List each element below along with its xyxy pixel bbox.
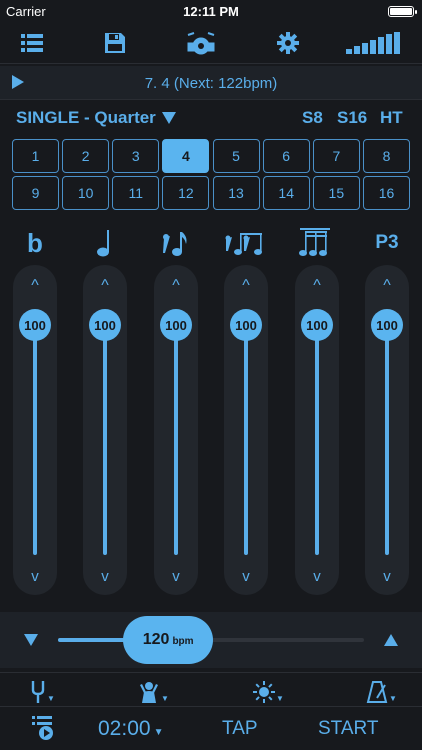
- beat-button[interactable]: 6: [262, 139, 310, 173]
- volume-bars-icon[interactable]: [346, 30, 402, 56]
- tempo-unit: bpm: [172, 636, 194, 647]
- volume-slider-5[interactable]: ^ 100 v: [295, 265, 339, 595]
- slider-knob[interactable]: 100: [371, 309, 403, 341]
- sixteenth-notes-icon[interactable]: [290, 228, 340, 258]
- mode-s8-button[interactable]: S8: [302, 108, 323, 128]
- beat-button[interactable]: 13: [212, 176, 260, 210]
- pattern-select[interactable]: SINGLE - Quarter: [16, 108, 176, 128]
- tap-button[interactable]: TAP: [222, 718, 258, 740]
- beat-button[interactable]: 16: [362, 176, 410, 210]
- list-icon[interactable]: [20, 30, 44, 56]
- slider-up-icon[interactable]: ^: [224, 277, 268, 295]
- beat-grid: 1 2 3 4 5 6 7 8 9 10 11 12 13 14 15 16: [12, 139, 410, 213]
- beat-button[interactable]: 15: [312, 176, 360, 210]
- mode-row: SINGLE - Quarter S8 S16 HT: [0, 104, 422, 134]
- volume-slider-6[interactable]: ^ 100 v: [365, 265, 409, 595]
- beat-button[interactable]: 12: [162, 176, 210, 210]
- pattern-select-value: SINGLE - Quarter: [16, 108, 156, 127]
- save-icon[interactable]: [103, 30, 127, 56]
- beat-button[interactable]: 1: [12, 139, 59, 173]
- slider-knob[interactable]: 100: [230, 309, 262, 341]
- beat-row-2: 9 10 11 12 13 14 15 16: [12, 176, 410, 210]
- slider-track: [33, 325, 37, 555]
- slider-up-icon[interactable]: ^: [295, 277, 339, 295]
- p3-label[interactable]: P3: [362, 228, 412, 258]
- slider-track: [385, 325, 389, 555]
- tempo-knob[interactable]: 120 bpm: [123, 616, 214, 664]
- clock: 12:11 PM: [183, 4, 239, 19]
- mode-ht-button[interactable]: HT: [380, 108, 403, 128]
- brightness-icon[interactable]: ▼: [253, 677, 284, 703]
- rest-eighth-icon[interactable]: [150, 228, 200, 258]
- quarter-note-icon[interactable]: [80, 228, 130, 258]
- beat-button[interactable]: 14: [262, 176, 310, 210]
- beat-button[interactable]: 2: [62, 139, 110, 173]
- tempo-value: 120: [142, 631, 170, 648]
- slider-down-icon[interactable]: v: [295, 568, 339, 585]
- subdivision-row: b P3: [0, 226, 422, 260]
- slider-down-icon[interactable]: v: [154, 568, 198, 585]
- timer-value: 02:00: [98, 717, 151, 740]
- song-label[interactable]: 7. 4 (Next: 122bpm): [0, 75, 422, 92]
- mode-s16-button[interactable]: S16: [337, 108, 367, 128]
- volume-slider-1[interactable]: ^ 100 v: [13, 265, 57, 595]
- triangle-down-icon: [161, 112, 176, 124]
- tempo-row: 120 bpm: [0, 612, 422, 668]
- volume-slider-4[interactable]: ^ 100 v: [224, 265, 268, 595]
- slider-track: [174, 325, 178, 555]
- slider-track: [244, 325, 248, 555]
- beat-button[interactable]: 7: [312, 139, 360, 173]
- drum-kit-icon[interactable]: [186, 30, 216, 56]
- top-toolbar: [0, 22, 422, 64]
- start-button[interactable]: START: [318, 718, 379, 740]
- tools-row: ▼ ▼ ▼ ▼: [0, 672, 422, 706]
- slider-knob[interactable]: 100: [19, 309, 51, 341]
- slider-down-icon[interactable]: v: [365, 568, 409, 585]
- tempo-increase-icon[interactable]: [384, 633, 398, 651]
- tempo-decrease-icon[interactable]: [24, 633, 38, 651]
- beat-button[interactable]: 11: [112, 176, 160, 210]
- battery-icon: [388, 6, 417, 17]
- beat-button[interactable]: 5: [212, 139, 260, 173]
- metronome-icon[interactable]: ▼: [366, 677, 397, 703]
- slider-up-icon[interactable]: ^: [13, 277, 57, 295]
- slider-down-icon[interactable]: v: [13, 568, 57, 585]
- volume-slider-3[interactable]: ^ 100 v: [154, 265, 198, 595]
- volume-slider-2[interactable]: ^ 100 v: [83, 265, 127, 595]
- slider-down-icon[interactable]: v: [83, 568, 127, 585]
- gear-icon[interactable]: [276, 30, 300, 56]
- beat-button[interactable]: 8: [362, 139, 410, 173]
- slider-track: [103, 325, 107, 555]
- slider-up-icon[interactable]: ^: [365, 277, 409, 295]
- conductor-icon[interactable]: ▼: [138, 677, 169, 703]
- chevron-down-icon: ▼: [153, 727, 164, 738]
- tuning-fork-icon[interactable]: ▼: [30, 677, 55, 703]
- slider-up-icon[interactable]: ^: [83, 277, 127, 295]
- slider-track: [315, 325, 319, 555]
- triplet-icon[interactable]: [220, 228, 270, 258]
- setlist-icon[interactable]: [32, 716, 54, 745]
- song-player-row: 7. 4 (Next: 122bpm): [0, 66, 422, 100]
- flat-icon[interactable]: b: [10, 228, 60, 258]
- beat-button-active[interactable]: 4: [162, 139, 210, 173]
- beat-button[interactable]: 9: [12, 176, 59, 210]
- slider-up-icon[interactable]: ^: [154, 277, 198, 295]
- slider-knob[interactable]: 100: [160, 309, 192, 341]
- beat-button[interactable]: 10: [62, 176, 110, 210]
- slider-knob[interactable]: 100: [301, 309, 333, 341]
- beat-row-1: 1 2 3 4 5 6 7 8: [12, 139, 410, 173]
- beat-button[interactable]: 3: [112, 139, 160, 173]
- timer-select[interactable]: 02:00 ▼: [98, 717, 163, 741]
- slider-down-icon[interactable]: v: [224, 568, 268, 585]
- bottom-bar: 02:00 ▼ TAP START: [0, 706, 422, 750]
- slider-knob[interactable]: 100: [89, 309, 121, 341]
- status-bar: Carrier 12:11 PM: [0, 0, 422, 22]
